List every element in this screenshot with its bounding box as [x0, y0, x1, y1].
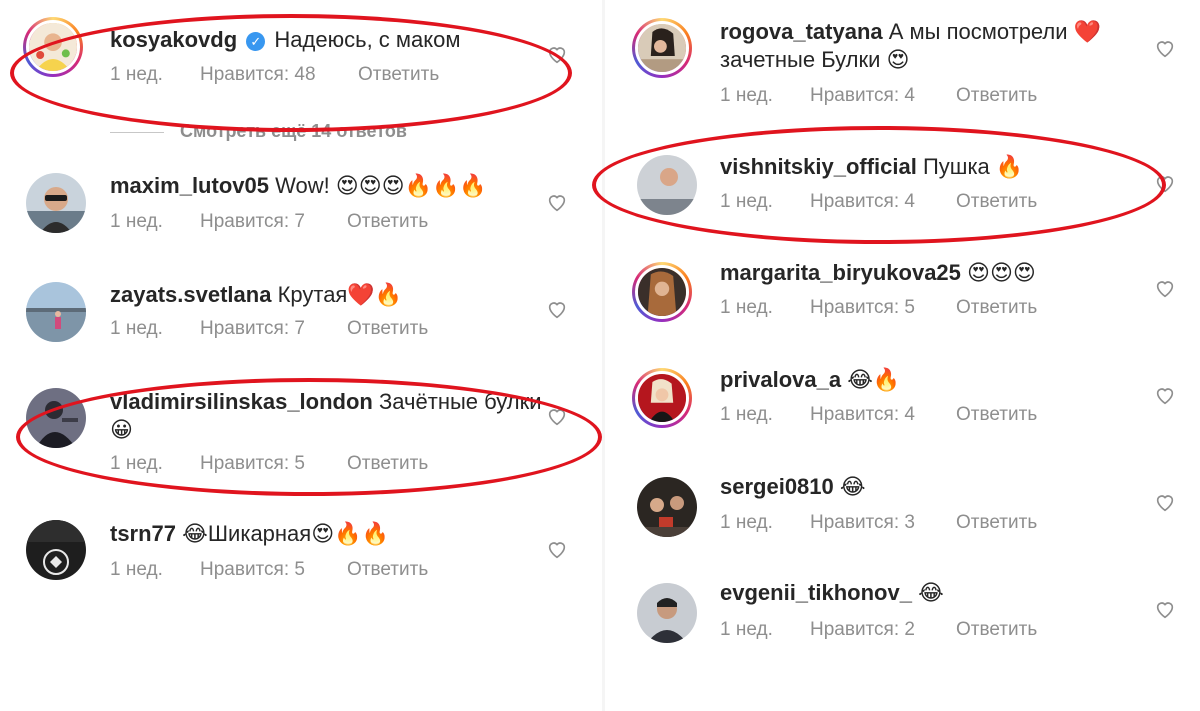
reply-button[interactable]: Ответить	[956, 297, 1037, 319]
comment-likes[interactable]: Нравится: 3	[810, 512, 915, 534]
reply-button[interactable]: Ответить	[956, 404, 1037, 426]
comment-username[interactable]: tsrn77	[110, 521, 176, 546]
reply-button[interactable]: Ответить	[347, 559, 428, 581]
comment-username[interactable]: maxim_lutov05	[110, 173, 269, 198]
comment-likes[interactable]: Нравится: 5	[200, 559, 305, 581]
comment-text: sergei0810 😂	[720, 473, 1160, 501]
comment-time: 1 нед.	[110, 211, 163, 232]
comment-likes[interactable]: Нравится: 4	[810, 404, 915, 426]
comment-likes[interactable]: Нравится: 2	[810, 619, 915, 641]
highlight-oval	[10, 14, 572, 132]
comment-text: tsrn77 😂Шикарная😍🔥🔥	[110, 520, 550, 548]
comment-time: 1 нед.	[720, 404, 773, 425]
heart-outline-icon[interactable]	[546, 191, 568, 213]
heart-outline-icon[interactable]	[1154, 598, 1176, 620]
avatar[interactable]	[26, 282, 86, 342]
heart-outline-icon[interactable]	[1154, 491, 1176, 513]
comment-text: margarita_biryukova25 😍😍😍	[720, 259, 1160, 287]
comment-text: evgenii_tikhonov_ 😂	[720, 579, 1160, 607]
heart-outline-icon[interactable]	[1154, 384, 1176, 406]
comment-likes[interactable]: Нравится: 7	[200, 318, 305, 340]
comment-username[interactable]: sergei0810	[720, 474, 834, 499]
comment-likes[interactable]: Нравится: 5	[810, 297, 915, 319]
heart-outline-icon[interactable]	[1154, 37, 1176, 59]
comment-username[interactable]: privalova_a	[720, 367, 841, 392]
reply-button[interactable]: Ответить	[956, 619, 1037, 641]
heart-outline-icon[interactable]	[1154, 277, 1176, 299]
comment-text: rogova_tatyana А мы посмотрели ❤️ зачетн…	[720, 18, 1140, 74]
comment-text: privalova_a 😂🔥	[720, 366, 1160, 394]
comment-text: zayats.svetlana Крутая❤️🔥	[110, 281, 550, 309]
avatar[interactable]	[632, 262, 692, 322]
comment-text: maxim_lutov05 Wow! 😍😍😍🔥🔥🔥	[110, 172, 550, 200]
reply-button[interactable]: Ответить	[956, 85, 1037, 107]
comments-column-right: rogova_tatyana А мы посмотрели ❤️ зачетн…	[592, 0, 1200, 711]
comment-username[interactable]: rogova_tatyana	[720, 19, 883, 44]
comment-message: 😍😍😍	[967, 260, 1036, 285]
avatar[interactable]	[26, 173, 86, 233]
column-divider	[602, 0, 605, 711]
avatar[interactable]	[26, 520, 86, 580]
comment-time: 1 нед.	[110, 559, 163, 580]
comment-message: 😂	[918, 580, 944, 605]
reply-button[interactable]: Ответить	[956, 512, 1037, 534]
comment-time: 1 нед.	[720, 512, 773, 533]
comment-time: 1 нед.	[110, 318, 163, 339]
comments-column-left: kosyakovdg ✓ Надеюсь, с маком 1 нед. Нра…	[0, 0, 602, 711]
view-more-line	[110, 131, 164, 133]
comment-username[interactable]: zayats.svetlana	[110, 282, 271, 307]
heart-outline-icon[interactable]	[546, 298, 568, 320]
avatar[interactable]	[637, 583, 697, 643]
comment-time: 1 нед.	[720, 85, 773, 106]
avatar[interactable]	[637, 477, 697, 537]
reply-button[interactable]: Ответить	[347, 318, 428, 340]
reply-button[interactable]: Ответить	[347, 211, 428, 233]
highlight-oval	[16, 378, 602, 496]
comment-message: 😂Шикарная😍🔥🔥	[182, 521, 389, 546]
comment-message: 😂	[839, 474, 866, 499]
comment-likes[interactable]: Нравится: 4	[810, 85, 915, 107]
comment-message: 😂🔥	[847, 367, 901, 392]
avatar[interactable]	[632, 18, 692, 78]
comment-username[interactable]: evgenii_tikhonov_	[720, 580, 912, 605]
comment-message: Wow! 😍😍😍🔥🔥🔥	[275, 173, 487, 198]
highlight-oval	[592, 126, 1166, 244]
comment-username[interactable]: margarita_biryukova25	[720, 260, 961, 285]
comment-message: Крутая❤️🔥	[277, 282, 403, 307]
avatar[interactable]	[632, 368, 692, 428]
comment-time: 1 нед.	[720, 297, 773, 318]
heart-outline-icon[interactable]	[546, 538, 568, 560]
comment-time: 1 нед.	[720, 619, 773, 640]
comment-likes[interactable]: Нравится: 7	[200, 211, 305, 233]
